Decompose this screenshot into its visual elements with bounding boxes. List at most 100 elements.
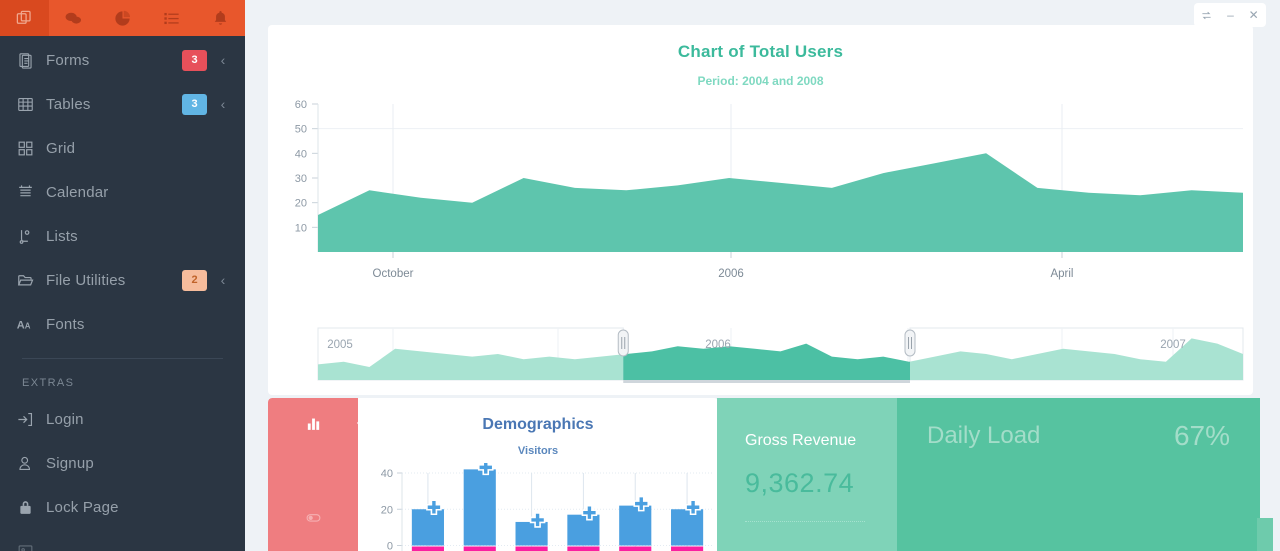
- svg-text:20: 20: [295, 198, 307, 210]
- calendar-icon: [16, 183, 46, 202]
- sidebar-item-forms[interactable]: Forms 3 ‹: [0, 38, 245, 82]
- restore-icon[interactable]: [1201, 10, 1212, 21]
- gross-revenue-value: 9,362.74: [745, 468, 855, 498]
- daily-load-label: Daily Load: [927, 422, 1041, 449]
- bar-negative: [515, 546, 548, 551]
- bar-negative: [671, 546, 704, 551]
- chart-navigator[interactable]: 2005 2006 2007: [268, 322, 1253, 392]
- grid-icon: [16, 139, 46, 158]
- sidebar-item-partial[interactable]: [0, 529, 245, 551]
- bar-negative: [619, 546, 652, 551]
- bar-negative: [411, 546, 444, 551]
- list-icon: [164, 12, 179, 24]
- layers-icon-button[interactable]: [0, 0, 49, 36]
- bar-chart-icon: [307, 418, 319, 430]
- toggle-icon-button[interactable]: [268, 492, 358, 542]
- sidebar-item-label: Grid: [46, 139, 76, 157]
- svg-text:0: 0: [387, 541, 393, 551]
- sidebar-item-fonts[interactable]: A A Fonts: [0, 302, 245, 346]
- bar-negative: [463, 546, 496, 551]
- svg-text:30: 30: [295, 173, 307, 185]
- daily-load-percent: 67%: [1173, 420, 1230, 451]
- list-tree-icon: [16, 227, 46, 246]
- svg-text:40: 40: [295, 148, 307, 160]
- svg-text:A: A: [17, 319, 25, 331]
- restore-glyph: [1202, 11, 1211, 19]
- svg-text:2006: 2006: [705, 339, 731, 351]
- daily-load-header: Daily Load 67%: [897, 398, 1260, 452]
- sidebar-item-grid[interactable]: Grid: [0, 126, 245, 170]
- bar-positive: [567, 514, 600, 546]
- sidebar-item-label: Lock Page: [46, 498, 119, 516]
- chevron-left-icon[interactable]: ‹: [217, 96, 229, 112]
- bar-positive: [515, 521, 548, 546]
- svg-text:October: October: [373, 268, 414, 280]
- bar-positive: [463, 469, 496, 546]
- sidebar-item-lock-page[interactable]: Lock Page: [0, 485, 245, 529]
- sidebar-badge: 3: [182, 93, 207, 115]
- svg-text:April: April: [1050, 268, 1073, 280]
- minimize-button[interactable]: –: [1227, 9, 1234, 21]
- demographics-card: Demographics Visitors 40200-20-40: [268, 398, 718, 551]
- font-icon: A A: [16, 315, 46, 334]
- demographics-title: Demographics: [482, 416, 594, 433]
- demographics-body: Demographics Visitors 40200-20-40: [358, 398, 718, 551]
- image-icon: [16, 542, 46, 551]
- sidebar: Forms 3 ‹ Tables 3 ‹ Grid Calendar Lists…: [0, 0, 245, 551]
- sidebar-item-lists[interactable]: Lists: [0, 214, 245, 258]
- bar-positive: [619, 505, 652, 546]
- sidebar-item-tables[interactable]: Tables 3 ‹: [0, 82, 245, 126]
- svg-text:A: A: [25, 321, 31, 330]
- svg-text:2006: 2006: [718, 268, 744, 280]
- sidebar-item-signup[interactable]: Signup: [0, 441, 245, 485]
- demographics-bar-chart[interactable]: 40200-20-40: [358, 463, 718, 551]
- chat-icon-button[interactable]: [49, 0, 98, 36]
- bar-positive: [671, 509, 704, 546]
- chart-subtitle: Period: 2004 and 2008: [697, 74, 824, 88]
- layers-icon: [16, 10, 31, 24]
- chat-icon: [65, 12, 82, 24]
- total-users-area-chart[interactable]: 10 20 30 40 50 60 October 2006 April: [268, 92, 1253, 322]
- bar-chart-icon-button[interactable]: [268, 398, 368, 448]
- navigator-handle-right[interactable]: [904, 329, 916, 357]
- sidebar-item-label: Forms: [46, 51, 90, 69]
- bar-positive: [411, 509, 444, 546]
- dashboard-app: Forms 3 ‹ Tables 3 ‹ Grid Calendar Lists…: [0, 0, 1280, 551]
- table-icon: [16, 95, 46, 114]
- bar-negative: [567, 546, 600, 551]
- sidebar-item-login[interactable]: Login: [0, 397, 245, 441]
- close-button[interactable]: ✕: [1249, 9, 1259, 21]
- demographics-icon-strip: [268, 398, 368, 551]
- svg-text:10: 10: [295, 222, 307, 234]
- sidebar-item-calendar[interactable]: Calendar: [0, 170, 245, 214]
- daily-load-card[interactable]: Daily Load 67%: [897, 398, 1273, 551]
- total-users-chart-card: Chart of Total Users Period: 2004 and 20…: [268, 25, 1253, 440]
- sidebar-item-label: File Utilities: [46, 271, 126, 289]
- sidebar-nav: Forms 3 ‹ Tables 3 ‹ Grid Calendar Lists…: [0, 36, 245, 551]
- svg-text:40: 40: [381, 468, 393, 480]
- sidebar-item-label: Signup: [46, 454, 94, 472]
- bell-icon: [214, 10, 227, 25]
- svg-text:50: 50: [295, 124, 307, 136]
- gross-revenue-card[interactable]: Gross Revenue 9,362.74: [717, 398, 897, 551]
- bell-icon-button[interactable]: [196, 0, 245, 36]
- sidebar-item-label: Lists: [46, 227, 78, 245]
- sidebar-item-label: Fonts: [46, 315, 85, 333]
- main-content: – ✕ Chart of Total Users Period: 2004 an…: [245, 0, 1280, 551]
- list-icon-button[interactable]: [147, 0, 196, 36]
- gross-revenue-rule: [745, 521, 865, 522]
- pie-chart-icon-button[interactable]: [98, 0, 147, 36]
- chevron-left-icon[interactable]: ‹: [217, 272, 229, 288]
- sidebar-item-label: Login: [46, 410, 84, 428]
- demographics-subtitle: Visitors: [517, 445, 559, 457]
- svg-text:60: 60: [295, 99, 307, 111]
- chevron-left-icon[interactable]: ‹: [217, 52, 229, 68]
- navigator-handle-left[interactable]: [617, 329, 629, 357]
- sidebar-item-file-utilities[interactable]: File Utilities 2 ‹: [0, 258, 245, 302]
- chart-title: Chart of Total Users: [677, 42, 844, 61]
- lock-icon: [16, 498, 46, 517]
- pie-chart-icon: [115, 10, 131, 26]
- sidebar-item-label: Calendar: [46, 183, 109, 201]
- document-icon: [16, 51, 46, 70]
- svg-text:2005: 2005: [327, 339, 353, 351]
